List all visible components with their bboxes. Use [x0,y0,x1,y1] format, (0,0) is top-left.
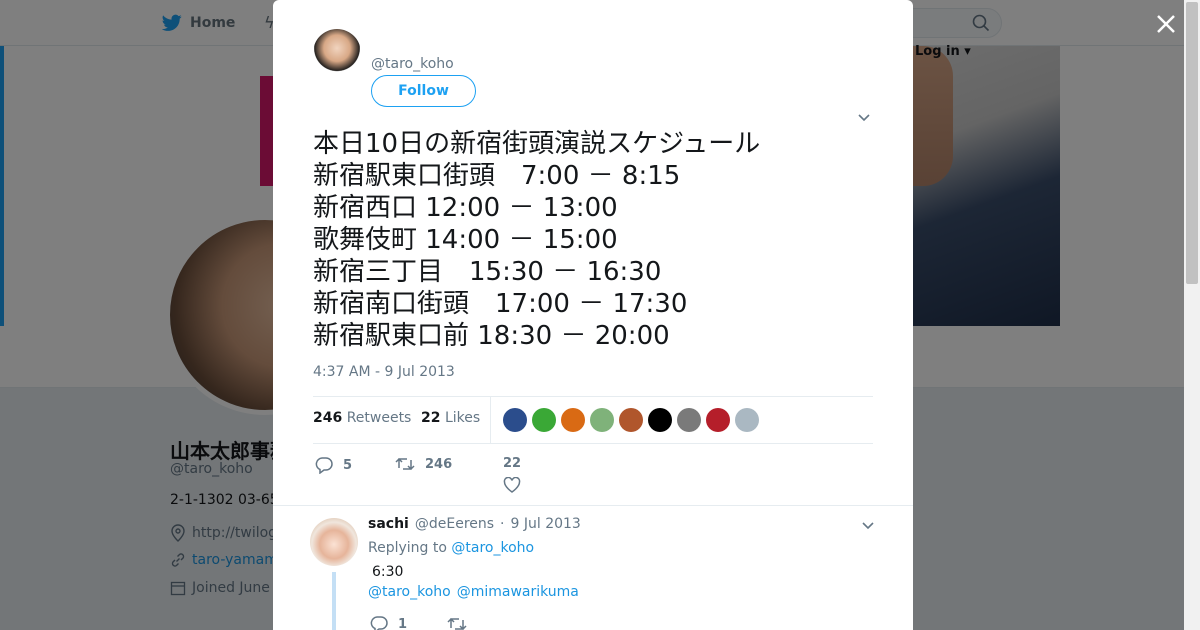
tweet-text-line: 新宿駅東口前 18:30 － 20:00 [313,321,670,351]
likes-count: 22 [421,410,441,426]
tweet-stats: 246 Retweets 22 Likes [313,396,873,444]
liker-avatar[interactable] [561,408,585,432]
reply-icon[interactable] [370,615,388,630]
scrollbar-thumb[interactable] [1186,2,1198,284]
liker-avatars [503,408,759,432]
reply-tweet[interactable]: sachi @deEerens · 9 Jul 2013 Replying to… [273,505,913,630]
retweets-label: Retweets [346,410,412,426]
liker-avatar[interactable] [503,408,527,432]
close-icon[interactable] [1154,12,1178,36]
reply-actions: 1 [370,615,467,630]
mention-link[interactable]: @taro_koho [368,584,451,600]
reply-author-avatar[interactable] [310,518,358,566]
liker-avatar[interactable] [677,408,701,432]
replying-prefix: Replying to [368,540,447,556]
liker-avatar[interactable] [648,408,672,432]
reply-more-chevron-icon[interactable] [860,518,876,534]
reply-icon [315,457,333,474]
replying-to: Replying to @taro_koho [368,540,534,556]
tweet-dialog: @taro_koho Follow 本日10日の新宿街頭演説スケジュール 新宿駅東… [273,0,913,630]
retweet-count: 246 [425,456,453,472]
tweet-text-line: 歌舞伎町 14:00 － 15:00 [313,225,618,255]
reply-mentions: @taro_koho @mimawarikuma [368,584,579,600]
reply-count: 5 [343,457,353,473]
liker-avatar[interactable] [590,408,614,432]
retweet-button[interactable]: 246 [395,456,452,472]
liker-avatar[interactable] [735,408,759,432]
reply-author-handle[interactable]: @deEerens [415,516,494,532]
tweet-text-line: 新宿南口街頭 17:00 － 17:30 [313,289,688,319]
mention-link[interactable]: @mimawarikuma [457,584,579,600]
retweets-stat[interactable]: 246 Retweets [313,410,411,426]
tweet-actions: 5 246 22 [313,452,873,502]
reply-separator: · [500,516,505,532]
like-count: 22 [503,456,522,471]
reply-text: 6:30 [372,564,404,580]
follow-button[interactable]: Follow [371,75,476,107]
liker-avatar[interactable] [706,408,730,432]
retweet-icon [395,457,415,471]
reply-author-name[interactable]: sachi [368,516,409,532]
tweet-text-line: 本日10日の新宿街頭演説スケジュール [313,129,761,159]
liker-avatar[interactable] [532,408,556,432]
tweet-timestamp[interactable]: 4:37 AM - 9 Jul 2013 [313,364,455,380]
tweet-text-line: 新宿駅東口街頭 7:00 － 8:15 [313,161,681,191]
tweet-author-avatar[interactable] [313,29,361,77]
thread-line [332,572,336,630]
likes-label: Likes [444,410,481,426]
stats-divider [490,397,491,443]
reply-reply-count: 1 [398,616,408,630]
tweet-text-line: 新宿西口 12:00 － 13:00 [313,193,618,223]
tweet-text-line: 新宿三丁目 15:30 － 16:30 [313,257,662,287]
heart-icon [503,477,521,493]
retweet-icon[interactable] [447,616,467,630]
liker-avatar[interactable] [619,408,643,432]
retweets-count: 246 [313,410,343,426]
more-options-chevron-icon[interactable] [856,110,872,126]
reply-header: sachi @deEerens · 9 Jul 2013 [368,516,581,532]
reply-button[interactable]: 5 [315,456,352,474]
likes-stat[interactable]: 22 Likes [421,410,480,426]
reply-date[interactable]: 9 Jul 2013 [511,516,581,532]
tweet-text: 本日10日の新宿街頭演説スケジュール 新宿駅東口街頭 7:00 － 8:15 新宿西… [313,128,873,352]
replying-to-link[interactable]: @taro_koho [451,540,534,556]
like-button[interactable]: 22 [503,456,521,493]
tweet-author-handle[interactable]: @taro_koho [371,56,454,72]
